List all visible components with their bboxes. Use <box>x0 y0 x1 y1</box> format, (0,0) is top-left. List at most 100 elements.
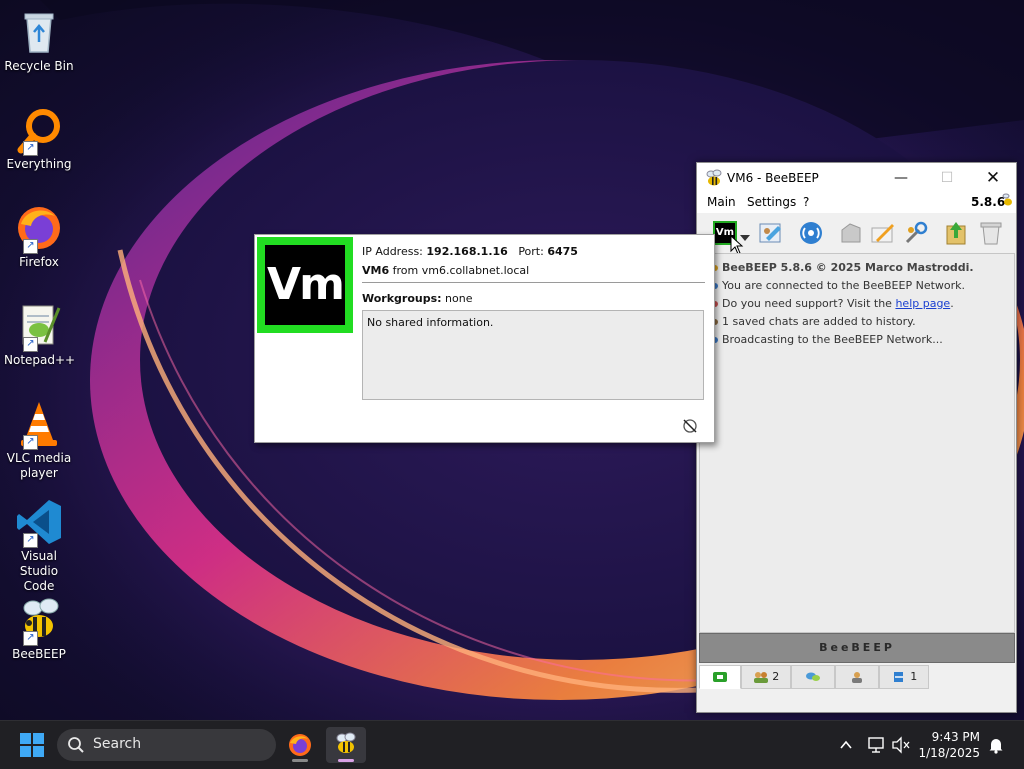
tab-home[interactable] <box>699 665 741 689</box>
network-broadcast-icon[interactable] <box>798 220 824 246</box>
desktop-icon-recycle-bin[interactable]: Recycle Bin <box>4 8 74 74</box>
user-avatar: Vm <box>257 237 353 333</box>
menu-main[interactable]: Main <box>707 195 736 209</box>
vlc-cone-icon: ↗ <box>15 400 63 450</box>
workgroups-line: Workgroups: none <box>362 292 473 305</box>
taskbar-firefox[interactable] <box>280 727 320 763</box>
resize-grip-icon[interactable] <box>681 417 699 435</box>
log-line-copyright: BeeBEEP 5.8.6 © 2025 Marco Mastroddi. <box>722 261 974 274</box>
desktop-icon-label-line1: VLC media <box>6 451 72 465</box>
shortcut-arrow-icon: ↗ <box>23 631 38 646</box>
tab-groups[interactable] <box>835 665 879 689</box>
network-monitor-icon <box>868 737 884 753</box>
volume-button[interactable] <box>890 721 912 769</box>
host-text: from vm6.collabnet.local <box>392 264 530 277</box>
desktop-icon-label-line1: Visual Studio <box>19 549 59 578</box>
shortcut-arrow-icon: ↗ <box>23 239 38 254</box>
desktop-icon-label: BeeBEEP <box>12 647 66 661</box>
beebeep-banner: BeeBEEP <box>699 633 1015 663</box>
firefox-icon: ↗ <box>15 204 63 254</box>
home-tab-icon <box>713 672 727 682</box>
desktop-icon-beebeep[interactable]: ↗ BeeBEEP <box>4 596 74 662</box>
minimize-button[interactable]: — <box>878 163 924 193</box>
bottom-tab-bar: 2 1 <box>697 663 1016 689</box>
users-count: 2 <box>772 670 780 683</box>
log-line-broadcasting: Broadcasting to the BeeBEEP Network... <box>722 333 943 346</box>
files-count: 1 <box>910 670 918 683</box>
user-name: VM6 <box>362 264 390 277</box>
recycle-bin-icon <box>15 8 63 56</box>
clock[interactable]: 9:43 PM 1/18/2025 <box>918 729 980 761</box>
clock-time: 9:43 PM <box>931 730 980 744</box>
chat-log-area[interactable]: BeeBEEP 5.8.6 © 2025 Marco Mastroddi. Yo… <box>699 253 1015 633</box>
bee-icon: ↗ <box>15 596 63 646</box>
chat-bubbles-icon <box>806 672 820 681</box>
shortcut-arrow-icon: ↗ <box>23 533 38 548</box>
speaker-muted-icon <box>892 736 910 754</box>
running-indicator <box>338 759 354 762</box>
desktop-icon-vlc[interactable]: ↗ VLC media player <box>4 400 74 481</box>
users-icon <box>753 672 768 683</box>
file-transfer-icon <box>893 672 903 682</box>
log-line-connected: You are connected to the BeeBEEP Network… <box>722 279 966 292</box>
file-sharing-icon[interactable] <box>944 220 970 246</box>
everything-search-icon: ↗ <box>15 106 63 156</box>
shortcut-arrow-icon: ↗ <box>23 141 38 156</box>
running-indicator <box>292 759 308 762</box>
shared-info-text: No shared information. <box>367 316 494 329</box>
bee-icon <box>336 732 356 753</box>
shortcut-arrow-icon: ↗ <box>23 435 38 450</box>
notifications-button[interactable] <box>986 721 1006 769</box>
user-info-popup: Vm IP Address: 192.168.1.16 Port: 6475 V… <box>254 234 715 443</box>
search-icon <box>68 737 84 753</box>
plugins-tools-icon[interactable] <box>903 220 929 246</box>
workgroups-label: Workgroups: <box>362 292 442 305</box>
beebeep-window: VM6 - BeeBEEP — ☐ ✕ Main Settings ? 5.8.… <box>696 162 1017 713</box>
taskbar-search-box[interactable]: Search <box>57 729 276 761</box>
menu-help[interactable]: ? <box>803 195 809 209</box>
beebeep-title-bar[interactable]: VM6 - BeeBEEP — ☐ ✕ <box>697 163 1016 193</box>
trash-clear-icon[interactable] <box>978 220 1004 246</box>
log-line-history: 1 saved chats are added to history. <box>722 315 916 328</box>
version-label: 5.8.6 <box>971 195 1006 209</box>
banner-text: BeeBEEP <box>819 641 895 654</box>
menu-settings[interactable]: Settings <box>747 195 796 209</box>
desktop-icon-firefox[interactable]: ↗ Firefox <box>4 204 74 270</box>
taskbar-beebeep[interactable] <box>326 727 366 763</box>
shared-info-box[interactable]: No shared information. <box>362 310 704 400</box>
firefox-icon <box>289 734 311 756</box>
desktop-icon-everything[interactable]: ↗ Everything <box>4 106 74 172</box>
mouse-cursor-icon <box>730 234 744 255</box>
support-text: Do you need support? Visit the <box>722 297 896 310</box>
edit-profile-icon[interactable] <box>758 220 784 246</box>
tab-files[interactable]: 1 <box>879 665 929 689</box>
desktop-icon-notepad-plus-plus[interactable]: ↗ Notepad++ <box>4 302 76 368</box>
toolbar: Vm <box>697 213 1016 255</box>
write-message-icon[interactable] <box>870 220 896 246</box>
taskbar: Search 9:43 PM 1/18/2025 <box>0 720 1024 769</box>
network-status-button[interactable] <box>866 721 888 769</box>
clock-date: 1/18/2025 <box>918 746 980 760</box>
group-icon <box>852 672 862 683</box>
search-label: Search <box>93 736 142 752</box>
tab-chats[interactable] <box>791 665 835 689</box>
workgroups-value: none <box>445 292 473 305</box>
vscode-icon: ↗ <box>15 498 63 548</box>
send-message-icon[interactable] <box>838 220 864 246</box>
menu-bar: Main Settings ? 5.8.6 <box>697 193 1016 213</box>
bell-icon <box>989 739 1003 754</box>
desktop-icon-label-line2: player <box>20 466 58 480</box>
maximize-button[interactable]: ☐ <box>924 163 970 193</box>
start-button[interactable] <box>20 733 44 757</box>
desktop-icon-label: Firefox <box>19 255 59 269</box>
close-button[interactable]: ✕ <box>970 163 1016 193</box>
desktop-icon-vscode[interactable]: ↗ Visual Studio Code <box>4 498 74 594</box>
shortcut-arrow-icon: ↗ <box>23 337 38 352</box>
show-hidden-icons-button[interactable] <box>836 721 856 769</box>
desktop-icon-label: Notepad++ <box>4 353 76 367</box>
help-page-link[interactable]: help page <box>895 297 950 310</box>
ip-label: IP Address: <box>362 245 423 258</box>
popup-divider <box>362 282 705 283</box>
tab-users[interactable]: 2 <box>741 665 791 689</box>
desktop-icon-label-line2: Code <box>23 579 55 593</box>
